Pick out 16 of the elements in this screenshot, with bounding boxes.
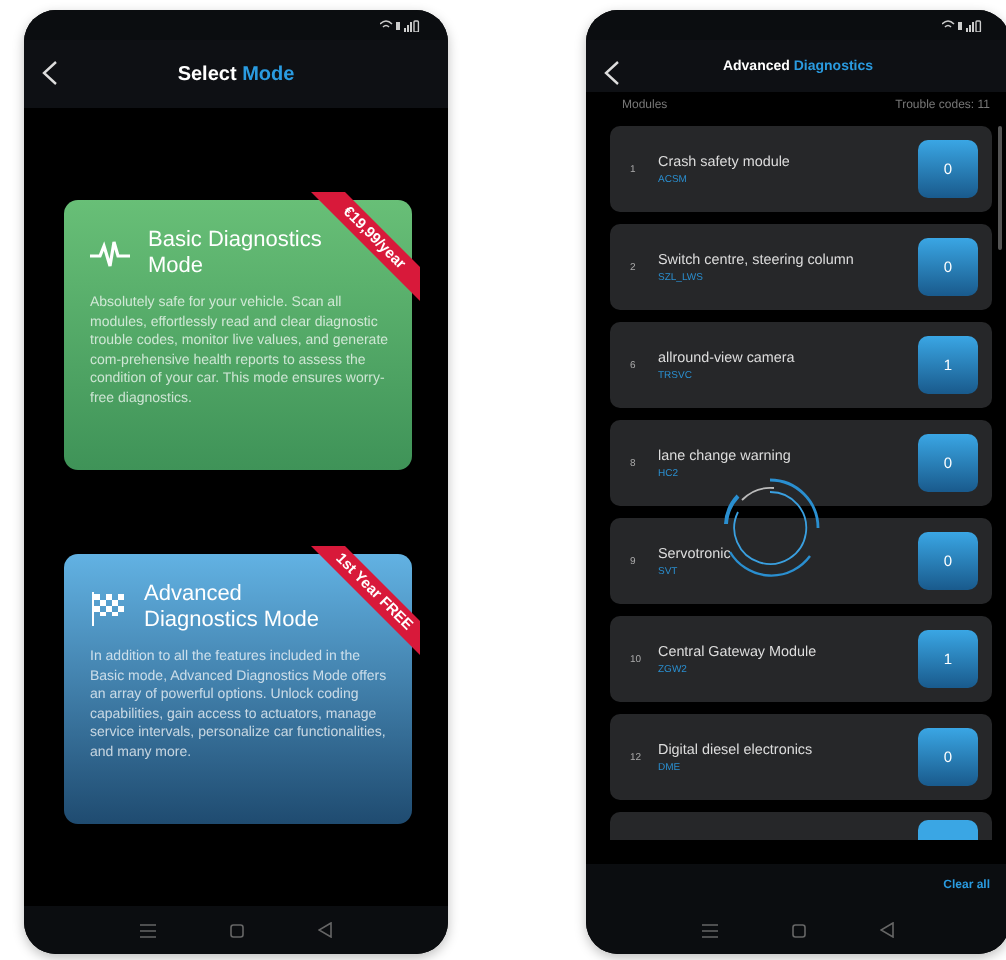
checkered-flag-icon — [90, 590, 126, 626]
mode-title: Advanced Diagnostics Mode — [144, 582, 320, 634]
home-icon[interactable] — [229, 923, 244, 937]
back-icon[interactable] — [42, 60, 58, 86]
back-nav-icon[interactable] — [317, 922, 332, 938]
status-icons-icon — [942, 19, 982, 31]
screen-title: Select Mode — [177, 63, 295, 85]
pulse-icon — [90, 240, 130, 268]
mode-title: Basic Diagnostics Mode — [148, 228, 324, 280]
scrollbar[interactable] — [998, 126, 1002, 250]
status-icons-icon — [380, 19, 420, 31]
back-icon[interactable] — [604, 60, 620, 86]
menu-icon[interactable] — [140, 923, 157, 937]
menu-icon[interactable] — [702, 923, 719, 937]
home-icon[interactable] — [791, 923, 806, 937]
back-nav-icon[interactable] — [879, 922, 894, 938]
